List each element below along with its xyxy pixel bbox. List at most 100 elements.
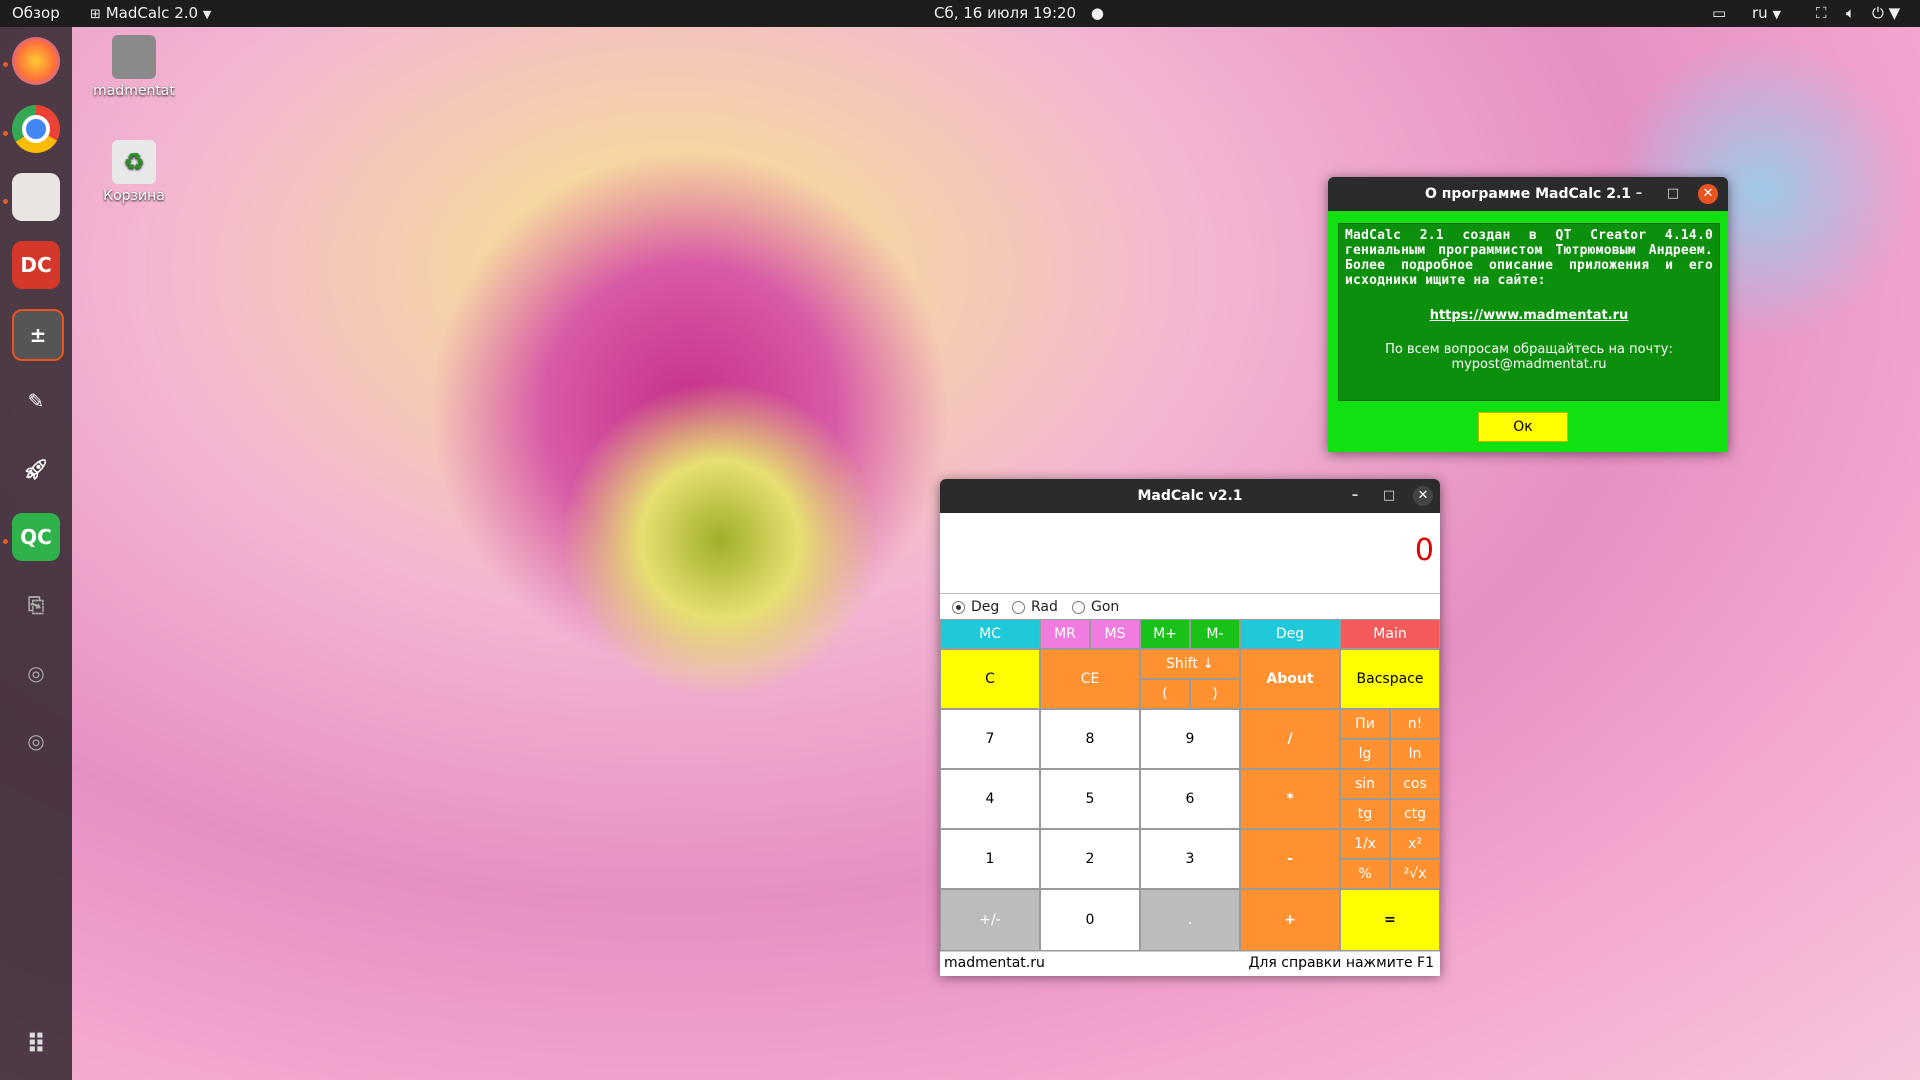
radio-unchecked-icon [1072, 600, 1085, 614]
right-paren-button[interactable]: ) [1190, 679, 1240, 709]
shift-button[interactable]: Shift ↓ [1140, 649, 1240, 679]
square-button[interactable]: x² [1390, 829, 1440, 859]
desktop-home-folder[interactable]: madmentat [86, 35, 182, 99]
sign-toggle-button[interactable]: +/- [940, 889, 1040, 951]
reciprocal-button[interactable]: 1/x [1340, 829, 1390, 859]
digit-4-button[interactable]: 4 [940, 769, 1040, 829]
running-indicator [3, 131, 8, 136]
text-editor-icon[interactable]: ✎ [12, 377, 60, 425]
calculator-window: MadCalc v2.1 – □ ✕ 0 Deg Rad Gon MC MR M… [940, 479, 1440, 976]
digit-3-button[interactable]: 3 [1140, 829, 1240, 889]
rocket-icon[interactable]: 🚀︎ [12, 445, 60, 493]
mr-button[interactable]: MR [1040, 619, 1090, 649]
equals-button[interactable]: = [1340, 889, 1440, 951]
clock-label: Сб, 16 июля 19:20 [934, 4, 1077, 22]
maximize-button[interactable]: □ [1663, 184, 1683, 204]
cos-button[interactable]: cos [1390, 769, 1440, 799]
qtcreator-icon[interactable]: QC [12, 513, 60, 561]
app-menu-icon: ⊞ [90, 7, 101, 22]
apps-grid-icon[interactable]: ⠿ [12, 1021, 60, 1069]
mode-deg-label: Deg [971, 599, 1000, 615]
volume-icon[interactable]: 🔈︎ [1846, 0, 1855, 27]
firefox-icon[interactable] [12, 37, 60, 85]
disc-icon[interactable]: ◎ [12, 649, 60, 697]
close-button[interactable]: ✕ [1698, 184, 1718, 204]
clock[interactable]: Сб, 16 июля 19:20 ● [934, 0, 1104, 27]
website-link[interactable]: https://www.madmentat.ru [1339, 308, 1719, 323]
m-plus-button[interactable]: M+ [1140, 619, 1190, 649]
mode-rad-label: Rad [1031, 599, 1058, 615]
digit-1-button[interactable]: 1 [940, 829, 1040, 889]
calc-display: 0 [940, 513, 1440, 594]
clear-button[interactable]: C [940, 649, 1040, 709]
subtract-button[interactable]: - [1240, 829, 1340, 889]
ctg-button[interactable]: ctg [1390, 799, 1440, 829]
ms-button[interactable]: MS [1090, 619, 1140, 649]
app-menu[interactable]: ⊞ MadCalc 2.0 ▼ [90, 0, 211, 27]
chrome-center-icon [22, 115, 50, 143]
radio-unchecked-icon [1012, 600, 1025, 614]
factorial-button[interactable]: n! [1390, 709, 1440, 739]
main-button[interactable]: Main [1340, 619, 1440, 649]
disc-icon[interactable]: ◎ [12, 717, 60, 765]
desktop-home-label: madmentat [93, 83, 175, 99]
pi-button[interactable]: Пи [1340, 709, 1390, 739]
screen-icon[interactable]: ▭ [1712, 0, 1726, 27]
lg-button[interactable]: lg [1340, 739, 1390, 769]
sin-button[interactable]: sin [1340, 769, 1390, 799]
contact-info: По всем вопросам обращайтесь на почту: m… [1339, 342, 1719, 372]
clear-entry-button[interactable]: CE [1040, 649, 1140, 709]
angle-mode-group: Deg Rad Gon [940, 594, 1440, 618]
mc-button[interactable]: MC [940, 619, 1040, 649]
chrome-icon[interactable] [12, 105, 60, 153]
add-button[interactable]: + [1240, 889, 1340, 951]
minimize-button[interactable]: – [1345, 486, 1365, 506]
calc-titlebar[interactable]: MadCalc v2.1 – □ ✕ [940, 479, 1440, 513]
left-paren-button[interactable]: ( [1140, 679, 1190, 709]
decimal-point-button[interactable]: . [1140, 889, 1240, 951]
about-titlebar[interactable]: О программе MadCalc 2.1 – □ ✕ [1328, 177, 1728, 211]
digit-6-button[interactable]: 6 [1140, 769, 1240, 829]
network-icon[interactable]: ⛶ [1816, 0, 1827, 27]
digit-8-button[interactable]: 8 [1040, 709, 1140, 769]
status-site: madmentat.ru [944, 955, 1045, 971]
backspace-button[interactable]: Bacspace [1340, 649, 1440, 709]
top-bar: Обзор ⊞ MadCalc 2.0 ▼ Сб, 16 июля 19:20 … [0, 0, 1920, 27]
desktop-trash[interactable]: ♻ Корзина [86, 140, 182, 204]
madcalc-icon[interactable]: ± [12, 309, 64, 361]
power-icon[interactable]: ⏻ ▼ [1872, 0, 1900, 27]
digit-7-button[interactable]: 7 [940, 709, 1040, 769]
running-indicator [3, 539, 8, 544]
display-value: 0 [1414, 533, 1434, 568]
deg-button[interactable]: Deg [1240, 619, 1340, 649]
chevron-down-icon: ▼ [202, 8, 212, 21]
digit-0-button[interactable]: 0 [1040, 889, 1140, 951]
digit-9-button[interactable]: 9 [1140, 709, 1240, 769]
close-button[interactable]: ✕ [1413, 486, 1433, 506]
maximize-button[interactable]: □ [1379, 486, 1399, 506]
doublecmd-icon[interactable]: DC [12, 241, 60, 289]
digit-5-button[interactable]: 5 [1040, 769, 1140, 829]
minimize-button[interactable]: – [1629, 184, 1649, 204]
percent-button[interactable]: % [1340, 859, 1390, 889]
contact-line: По всем вопросам обращайтесь на почту: [1385, 342, 1673, 357]
running-indicator [3, 199, 8, 204]
overview-button[interactable]: Обзор [12, 0, 60, 27]
mode-gon-radio[interactable]: Gon [1072, 599, 1119, 615]
usb-icon[interactable]: ⎘ [12, 581, 60, 629]
digit-2-button[interactable]: 2 [1040, 829, 1140, 889]
ok-button[interactable]: Ок [1478, 412, 1568, 442]
mode-deg-radio[interactable]: Deg [952, 599, 999, 615]
sqrt-button[interactable]: ²√x [1390, 859, 1440, 889]
ln-button[interactable]: ln [1390, 739, 1440, 769]
mode-rad-radio[interactable]: Rad [1012, 599, 1058, 615]
m-minus-button[interactable]: M- [1190, 619, 1240, 649]
multiply-button[interactable]: * [1240, 769, 1340, 829]
about-button[interactable]: About [1240, 649, 1340, 709]
app-menu-label: MadCalc 2.0 [105, 4, 199, 22]
tg-button[interactable]: tg [1340, 799, 1390, 829]
language-indicator[interactable]: ru ▼ [1752, 0, 1781, 27]
language-label: ru [1752, 4, 1768, 22]
files-icon[interactable] [12, 173, 60, 221]
divide-button[interactable]: / [1240, 709, 1340, 769]
